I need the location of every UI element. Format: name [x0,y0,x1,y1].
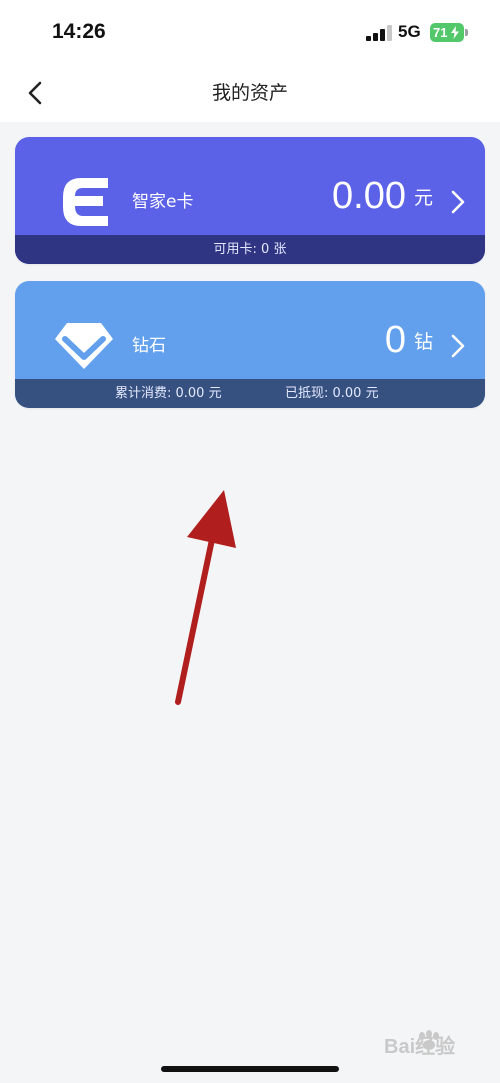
redeemed-text: 已抵现: 0.00 元 [285,386,379,401]
baidu-paw-icon: Bai经验 [384,1030,455,1058]
cumulative-spend-text: 累计消费: 0.00 元 [115,386,222,401]
home-indicator [161,1066,339,1072]
diamond-footer: 累计消费: 0.00 元 已抵现: 0.00 元 [15,379,485,408]
e-card-footer: 可用卡: 0 张 [15,235,485,264]
e-card-amount: 0.00 [332,175,406,217]
baidu-watermark: Bai经验 [382,1026,492,1066]
diamond-label: 钻石 [132,336,166,356]
battery-cap [465,29,468,36]
e-letter-icon [63,178,108,226]
status-bar: 14:26 5G 71 [0,0,500,66]
diamond-balance: 0钻 [385,319,433,362]
charging-bolt-icon [451,26,459,39]
diamond-amount: 0 [384,319,406,361]
header-area: 14:26 5G 71 我的资产 [0,0,500,122]
diamond-card-panel[interactable]: 钻石 0钻 累计消费: 0.00 元 已抵现: 0.00 元 [15,281,485,408]
e-card-unit: 元 [413,187,433,209]
status-time: 14:26 [52,20,106,43]
chevron-right-icon [451,334,465,358]
diamond-icon [55,323,113,369]
signal-strength-icon [366,25,392,41]
page-title: 我的资产 [211,82,288,104]
chevron-right-icon [451,190,465,214]
diamond-unit: 钻 [413,331,433,353]
available-cards-text: 可用卡: 0 张 [213,242,287,257]
e-card-panel[interactable]: 智家e卡 0.00 元 可用卡: 0 张 [15,137,485,264]
navigation-bar: 我的资产 [0,66,500,122]
e-card-balance: 0.00 元 [332,175,433,218]
network-type: 5G [398,22,421,41]
battery-icon: 71 [430,23,464,42]
e-card-label: 智家e卡 [132,192,194,212]
battery-level: 71 [433,25,448,40]
